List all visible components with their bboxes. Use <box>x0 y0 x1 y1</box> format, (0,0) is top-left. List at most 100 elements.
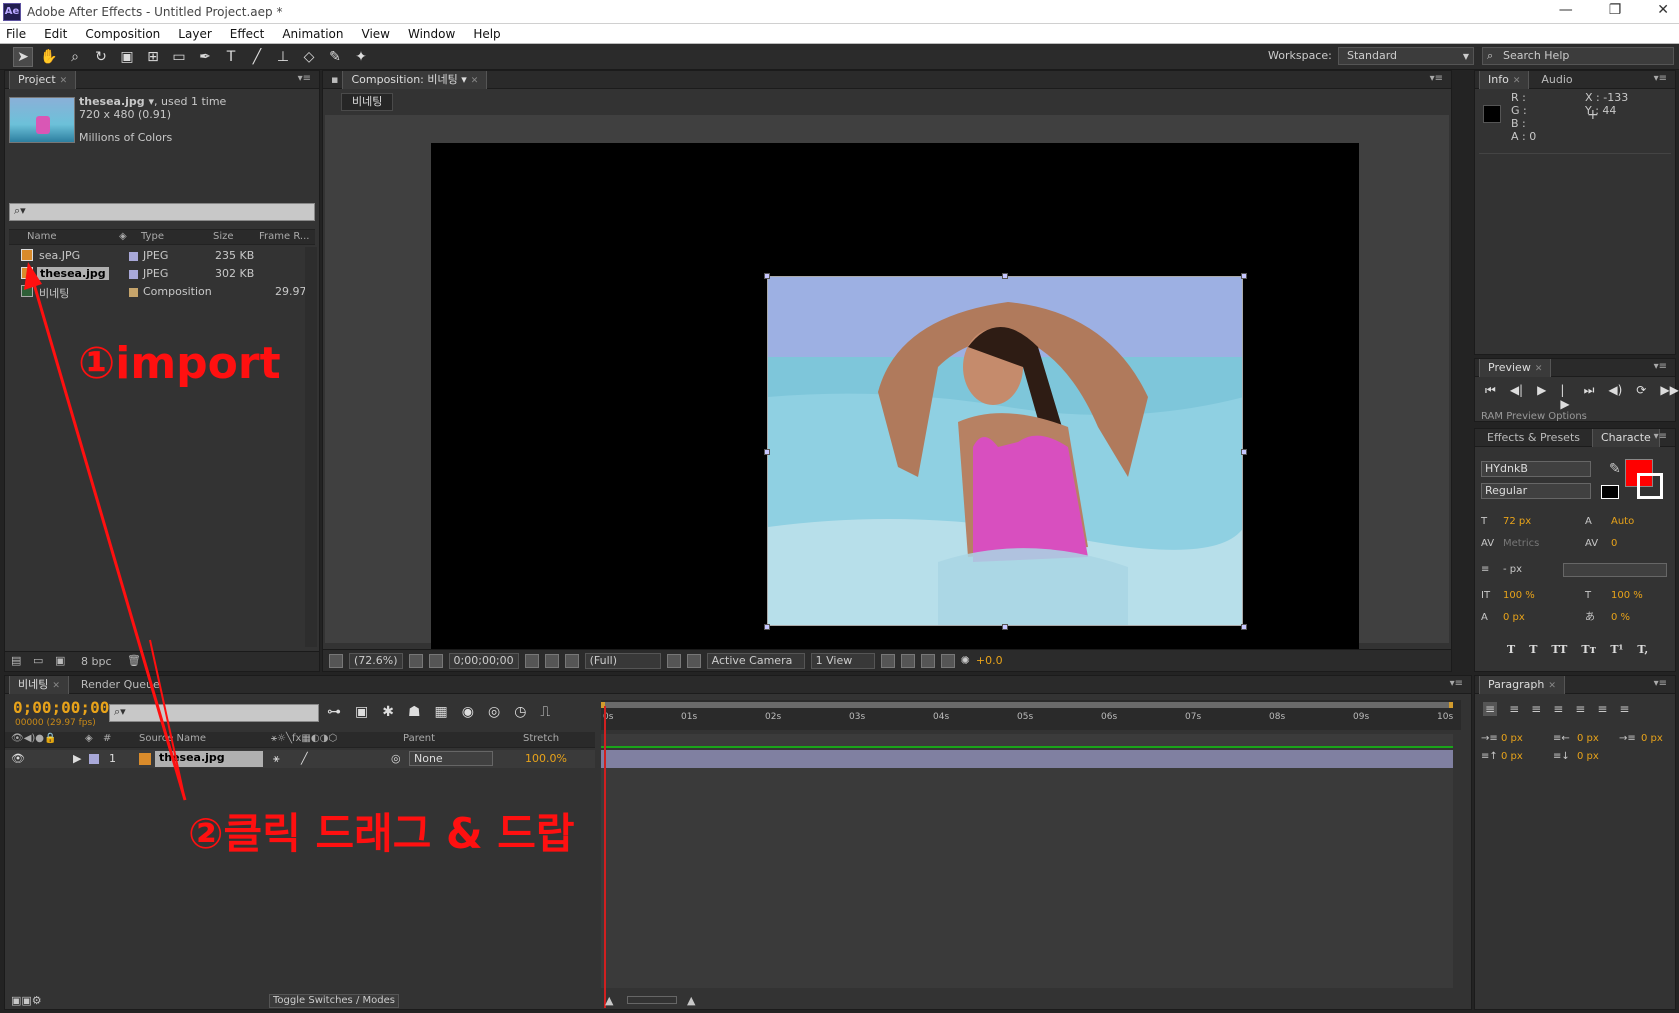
tab-audio[interactable]: Audio <box>1533 71 1580 89</box>
panel-menu-icon[interactable]: ▾≡ <box>1654 431 1667 442</box>
resolution-dropdown[interactable]: (Full) <box>584 652 661 669</box>
layer-label-color[interactable] <box>89 754 99 764</box>
faux-italic-button[interactable]: T <box>1529 643 1537 656</box>
font-family-dropdown[interactable]: HYdnkB <box>1481 461 1591 477</box>
panel-menu-icon[interactable]: ▾≡ <box>298 73 311 84</box>
camera-dropdown[interactable]: Active Camera <box>706 652 805 669</box>
show-snapshot-icon[interactable] <box>544 653 559 668</box>
rotation-tool-icon[interactable]: ↻ <box>91 47 111 67</box>
col-name[interactable]: Name <box>27 231 57 242</box>
close-window-button[interactable]: ✕ <box>1657 2 1669 18</box>
col-frame-rate[interactable]: Frame R... <box>259 231 309 242</box>
fast-preview-icon[interactable] <box>900 653 915 668</box>
pen-tool-icon[interactable]: ✒ <box>195 47 215 67</box>
quality-switch-icon[interactable]: ╱ <box>301 752 308 765</box>
project-item[interactable]: thesea.jpg JPEG 302 KB <box>9 265 299 284</box>
transform-handle[interactable] <box>1002 624 1008 630</box>
interpret-footage-icon[interactable]: ▤ <box>11 654 21 667</box>
zoom-out-icon[interactable]: ▲ <box>605 994 613 1007</box>
camera-tool-icon[interactable]: ▣ <box>117 47 137 67</box>
selected-footage-name[interactable]: thesea.jpg ▾ <box>79 95 154 108</box>
indent-first-value[interactable]: 0 px <box>1641 730 1663 748</box>
tab-render-queue[interactable]: Render Queue <box>73 676 168 694</box>
timeline-track-area[interactable] <box>601 768 1453 988</box>
transform-handle[interactable] <box>764 449 770 455</box>
transform-handle[interactable] <box>1241 273 1247 279</box>
loop-icon[interactable]: ⟳ <box>1636 383 1646 411</box>
menu-composition[interactable]: Composition <box>85 27 160 41</box>
vertical-scale-value[interactable]: 100 % <box>1503 585 1535 607</box>
stretch-value[interactable]: 100.0% <box>525 752 567 765</box>
indent-left-value[interactable]: 0 px <box>1501 730 1523 748</box>
motion-blur-icon[interactable]: ◉ <box>462 704 474 720</box>
transform-handle[interactable] <box>764 273 770 279</box>
project-item[interactable]: sea.JPG JPEG 235 KB <box>9 247 299 266</box>
audio-icon[interactable]: ◀) <box>1608 383 1622 411</box>
transform-handle[interactable] <box>1002 273 1008 279</box>
brainstorm-icon[interactable]: ◎ <box>488 704 500 720</box>
new-composition-icon[interactable]: ▣ <box>55 654 65 667</box>
exposure-value[interactable]: +0.0 <box>976 654 1003 667</box>
channel-icon[interactable] <box>564 653 579 668</box>
menu-view[interactable]: View <box>362 27 390 41</box>
hand-tool-icon[interactable]: ✋ <box>39 47 59 67</box>
tab-info[interactable]: Info ✕ <box>1479 70 1530 89</box>
justify-center-icon[interactable]: ≡ <box>1575 702 1585 716</box>
restore-button[interactable]: ❐ <box>1609 2 1622 18</box>
zoom-dropdown[interactable]: (72.6%) <box>349 652 403 669</box>
tab-character[interactable]: Characte <box>1592 428 1660 447</box>
justify-left-icon[interactable]: ≡ <box>1553 702 1563 716</box>
faux-bold-button[interactable]: T <box>1507 643 1515 656</box>
lock-icon[interactable]: ▪ <box>331 73 338 86</box>
layer-duration-bar[interactable] <box>601 750 1453 768</box>
align-center-icon[interactable]: ≡ <box>1509 702 1519 716</box>
live-update-icon[interactable]: ▣ <box>355 704 368 720</box>
clone-stamp-tool-icon[interactable]: ⊥ <box>273 47 293 67</box>
zoom-in-icon[interactable]: ▲ <box>687 994 695 1007</box>
expand-triangle-icon[interactable]: ▶ <box>73 752 81 765</box>
timeline-layer-row[interactable]: 👁 ▶ 1 thesea.jpg ⚹ ╱ ◎ None 100.0% <box>5 750 595 768</box>
horizontal-scale-value[interactable]: 100 % <box>1611 585 1643 607</box>
tab-composition[interactable]: Composition: 비네팅 ▾ ✕ <box>342 70 488 89</box>
close-icon[interactable]: ✕ <box>1535 364 1543 374</box>
selection-tool-icon[interactable]: ➤ <box>13 46 33 67</box>
timeline-current-time[interactable]: 0;00;00;00 <box>13 698 109 717</box>
brush-tool-icon[interactable]: ╱ <box>247 47 267 67</box>
next-frame-icon[interactable]: |▶ <box>1560 383 1569 411</box>
panel-menu-icon[interactable]: ▾≡ <box>1654 73 1667 84</box>
frame-blending-icon[interactable]: ▦ <box>435 704 448 720</box>
font-style-dropdown[interactable]: Regular <box>1481 483 1591 499</box>
leading-value[interactable]: Auto <box>1611 511 1634 533</box>
menu-edit[interactable]: Edit <box>44 27 67 41</box>
snapshot-icon[interactable] <box>524 653 539 668</box>
panel-menu-icon[interactable]: ▾≡ <box>1654 678 1667 689</box>
superscript-button[interactable]: T¹ <box>1610 643 1623 656</box>
close-icon[interactable]: ✕ <box>52 681 60 691</box>
project-scrollbar[interactable] <box>305 247 317 647</box>
ram-preview-options[interactable]: RAM Preview Options <box>1481 411 1587 421</box>
transparency-grid-icon[interactable] <box>686 653 701 668</box>
tab-paragraph[interactable]: Paragraph ✕ <box>1479 675 1565 694</box>
tracking-value[interactable]: 0 <box>1611 533 1617 555</box>
graph-editor-icon[interactable]: ⎍ <box>540 704 550 720</box>
previous-frame-icon[interactable]: ◀| <box>1510 383 1523 411</box>
type-tool-icon[interactable]: T <box>221 47 241 67</box>
roto-brush-tool-icon[interactable]: ✎ <box>325 47 345 67</box>
tab-preview[interactable]: Preview ✕ <box>1479 358 1552 377</box>
tab-timeline-comp[interactable]: 비네팅 ✕ <box>9 675 69 694</box>
always-preview-icon[interactable] <box>329 653 343 668</box>
stroke-width-value[interactable]: - px <box>1503 559 1522 581</box>
panel-menu-icon[interactable]: ▾≡ <box>1654 361 1667 372</box>
pan-behind-tool-icon[interactable]: ⊞ <box>143 47 163 67</box>
stroke-color-swatch[interactable] <box>1637 473 1663 499</box>
first-frame-icon[interactable]: ⏮ <box>1485 383 1496 411</box>
rectangle-tool-icon[interactable]: ▭ <box>169 47 189 67</box>
composition-breadcrumb[interactable]: 비네팅 <box>341 93 394 111</box>
exposure-icon[interactable]: ✺ <box>961 654 970 667</box>
justify-right-icon[interactable]: ≡ <box>1597 702 1607 716</box>
comp-mini-flowchart-icon[interactable]: ⊶ <box>327 704 341 720</box>
ram-preview-icon[interactable]: ▶▶ <box>1660 383 1678 411</box>
draft-3d-icon[interactable]: ✱ <box>382 704 394 720</box>
baseline-shift-value[interactable]: 0 px <box>1503 607 1525 629</box>
project-item[interactable]: 비네팅 Composition 29.97 <box>9 283 307 302</box>
